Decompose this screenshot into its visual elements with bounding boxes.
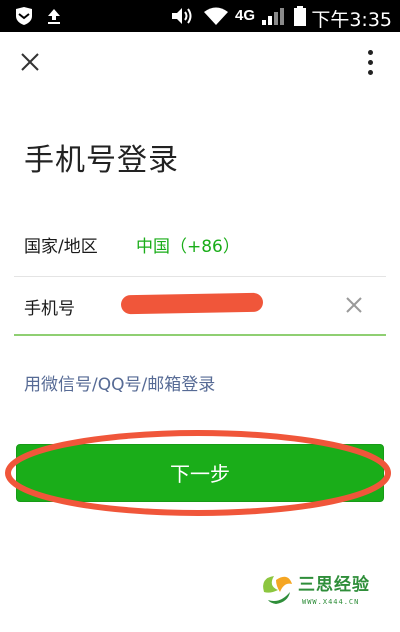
status-bar: 4G 下午3:35 xyxy=(0,0,400,32)
network-type: 4G xyxy=(235,7,256,24)
close-icon[interactable] xyxy=(12,46,48,78)
wifi-icon xyxy=(204,7,228,25)
watermark-logo-icon xyxy=(263,576,292,604)
login-screen: 4G 下午3:35 手机号登录 国家/地区 中国（+86） 手机号 用微信号/Q… xyxy=(0,0,400,632)
country-region-label: 国家/地区 xyxy=(24,237,98,257)
security-shield-icon xyxy=(16,7,32,25)
country-region-value[interactable]: 中国（+86） xyxy=(136,232,240,257)
country-region-selector[interactable]: 国家/地区 中国（+86） xyxy=(14,212,386,277)
upload-notification-icon xyxy=(48,9,60,24)
signal-icon xyxy=(262,8,284,25)
watermark-url: WWW.X444.CN xyxy=(302,598,360,606)
watermark-title: 三思经验 xyxy=(298,575,370,595)
next-button[interactable]: 下一步 xyxy=(16,444,384,502)
redaction-mark xyxy=(120,292,264,315)
volume-icon xyxy=(172,8,192,24)
phone-number-label: 手机号 xyxy=(24,299,75,319)
page-title: 手机号登录 xyxy=(24,143,179,178)
next-button-label: 下一步 xyxy=(170,462,230,486)
phone-number-row: 手机号 xyxy=(14,277,386,336)
more-vertical-icon[interactable] xyxy=(356,44,384,80)
alternate-login-link[interactable]: 用微信号/QQ号/邮箱登录 xyxy=(24,370,215,395)
watermark: 三思经验 WWW.X444.CN xyxy=(256,568,400,628)
battery-icon xyxy=(294,6,306,26)
clear-icon[interactable] xyxy=(340,291,368,319)
clock-time: 下午3:35 xyxy=(311,9,392,31)
